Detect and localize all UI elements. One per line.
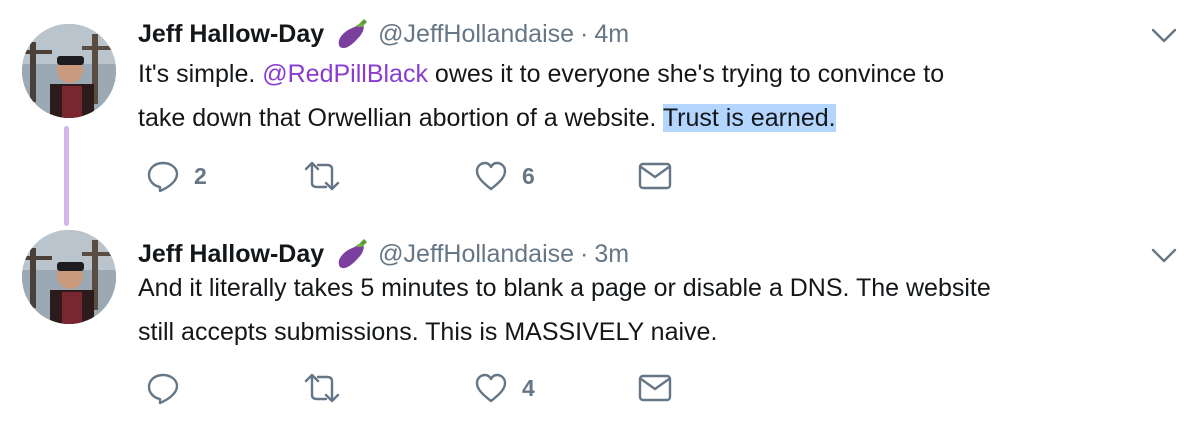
timestamp[interactable]: 4m bbox=[594, 20, 629, 49]
like-button[interactable]: 6 bbox=[474, 156, 535, 196]
reply-icon bbox=[147, 161, 179, 193]
retweet-button[interactable] bbox=[302, 368, 356, 408]
reply-button[interactable] bbox=[146, 368, 194, 408]
tweet-text-line: And it literally takes 5 minutes to blan… bbox=[138, 274, 991, 302]
tweet-text: It's simple. @RedPillBlack owes it to ev… bbox=[138, 52, 1138, 140]
user-handle[interactable]: @JeffHollandaise bbox=[378, 20, 574, 49]
avatar[interactable] bbox=[22, 24, 116, 118]
direct-message-button[interactable] bbox=[638, 156, 672, 196]
action-bar: 4 bbox=[138, 368, 738, 408]
eggplant-emoji-icon bbox=[334, 17, 370, 51]
selected-text: Trust is earned. bbox=[662, 104, 836, 132]
tweet[interactable]: Jeff Hallow-Day @JeffHollandaise · 4m It… bbox=[0, 0, 1200, 210]
text-segment: It's simple. bbox=[138, 60, 263, 88]
user-handle[interactable]: @JeffHollandaise bbox=[378, 240, 574, 269]
mention-link[interactable]: @RedPillBlack bbox=[262, 60, 428, 88]
separator-dot: · bbox=[580, 19, 589, 48]
retweet-icon bbox=[304, 373, 340, 403]
reply-icon bbox=[147, 373, 179, 405]
tweet-text-line: It's simple. @RedPillBlack owes it to ev… bbox=[138, 52, 1138, 96]
retweet-icon bbox=[304, 161, 340, 191]
reply-count: 2 bbox=[194, 162, 207, 189]
tweet-text: And it literally takes 5 minutes to blan… bbox=[138, 266, 1138, 354]
display-name[interactable]: Jeff Hallow-Day bbox=[138, 240, 324, 269]
heart-icon bbox=[475, 161, 507, 191]
display-name[interactable]: Jeff Hallow-Day bbox=[138, 20, 324, 49]
reply-button[interactable]: 2 bbox=[146, 156, 207, 196]
separator-dot: · bbox=[580, 239, 589, 268]
like-count: 6 bbox=[522, 162, 535, 189]
retweet-button[interactable] bbox=[302, 156, 356, 196]
action-bar: 2 6 bbox=[138, 156, 738, 196]
envelope-icon bbox=[638, 162, 672, 190]
timestamp[interactable]: 3m bbox=[594, 240, 629, 269]
envelope-icon bbox=[638, 374, 672, 402]
tweet-text-line: still accepts submissions. This is MASSI… bbox=[138, 318, 718, 346]
avatar[interactable] bbox=[22, 230, 116, 324]
chevron-down-icon[interactable] bbox=[1150, 26, 1178, 46]
direct-message-button[interactable] bbox=[638, 368, 672, 408]
text-segment: take down that Orwellian abortion of a w… bbox=[138, 104, 663, 132]
tweet-header: Jeff Hallow-Day @JeffHollandaise · 4m bbox=[138, 14, 629, 54]
heart-icon bbox=[475, 373, 507, 403]
text-segment: owes it to everyone she's trying to conv… bbox=[427, 60, 945, 88]
tweet[interactable]: Jeff Hallow-Day @JeffHollandaise · 3m An… bbox=[0, 212, 1200, 421]
chevron-down-icon[interactable] bbox=[1150, 246, 1178, 266]
like-count: 4 bbox=[522, 374, 535, 401]
tweet-text-line: take down that Orwellian abortion of a w… bbox=[138, 96, 1138, 140]
like-button[interactable]: 4 bbox=[474, 368, 535, 408]
